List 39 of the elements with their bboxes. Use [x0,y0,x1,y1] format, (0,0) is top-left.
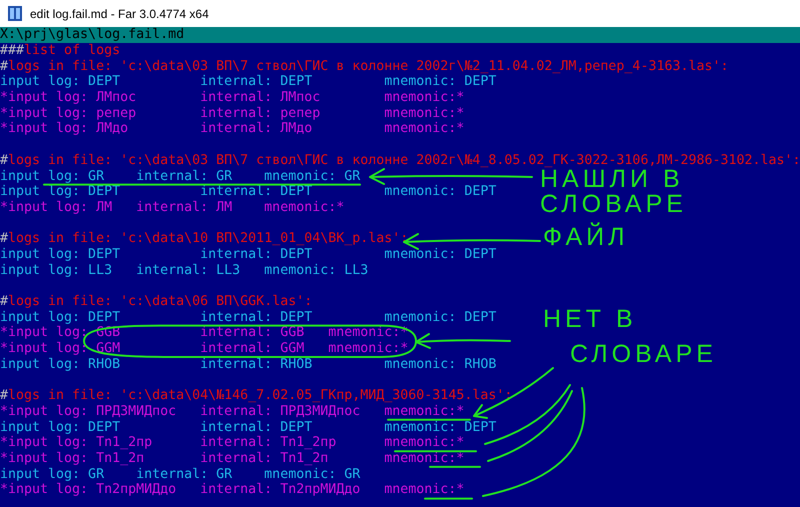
heading-marker: # [0,154,8,167]
heading-text: logs in file: 'c:\data\03 ВП\7 ствол\ГИС в колонне 2002г\№2_11.04.02_ЛМ,репер_4-3163.las': [8,60,729,73]
underline-stroke [424,497,473,500]
handwritten-note: СЛОВАРЕ [570,340,717,368]
log-line: *input log: Tn1_2пр internal: Tn1_2пр mnemonic:* [0,436,464,450]
log-line: input log: GR internal: GR mnemonic: GR [0,170,360,183]
window-title: edit log.fail.md - Far 3.0.4774 x64 [30,6,209,20]
log-line: *input log: ЛМдо internal: ЛМдо mnemonic:* [0,122,464,136]
heading-marker: # [0,389,8,402]
heading-marker: # [0,295,8,308]
log-line: input log: RHOB internal: RHOB mnemonic: RHOB [0,358,496,371]
heading-marker: # [0,232,8,246]
handwritten-note: НЕТ В [543,304,637,333]
log-line: *input log: ПРДЗМИДпос internal: ПРДЗМИДпос mnemonic:* [0,404,464,418]
log-line: input log: DEPT internal: DEPT mnemonic: DEPT [0,185,496,198]
log-line: input log: DEPT internal: DEPT mnemonic: DEPT [0,75,496,88]
heading-text: logs in file: 'c:\data\03 ВП\7 ствол\ГИС в колонне 2002г\№4_8.05.02_ГК-3022-3106,ЛМ-2986-3102.las': [8,154,800,167]
heading-marker: ### [0,44,24,58]
heading-text: logs in file: 'c:\data\04\№146_7.02.05_ГКпр,МИД_3060-3145.las': [8,389,512,402]
log-line: input log: LL3 internal: LL3 mnemonic: LL3 [0,264,368,277]
file-path: X:\prj\glas\log.fail.md [0,27,184,42]
underline-stroke [429,466,481,468]
log-line: *input log: Tn1_2п internal: Tn1_2п mnemonic:* [0,452,464,465]
log-line: *input log: Tn2прМИДдо internal: Tn2прМИДдо mnemonic:* [0,483,464,496]
log-line: input log: GR internal: GR mnemonic: GR [0,468,360,481]
log-line: *input log: репер internal: репер mnemonic:* [0,106,464,120]
handwritten-note: СЛОВАРЕ [540,190,687,218]
heading-text: list of logs [24,44,120,58]
log-line: *input log: ЛМ internal: ЛМ mnemonic:* [0,200,344,214]
handwritten-note: ФАЙЛ [543,222,629,251]
log-line: input log: DEPT internal: DEPT mnemonic: DEPT [0,310,496,324]
heading-marker: # [0,60,8,73]
log-line: input log: DEPT internal: DEPT mnemonic: DEPT [0,420,496,434]
heading-text: logs in file: 'c:\data\10 ВП\2011_01_04\ВК_p.las': [8,232,408,246]
log-line: *input log: ЛМпос internal: ЛМпос mnemonic:* [0,91,464,104]
log-line: input log: DEPT internal: DEPT mnemonic: DEPT [0,248,496,261]
log-line: *input log: GGM internal: GGM mnemonic:* [0,342,408,356]
app-icon [8,6,22,21]
heading-text: logs in file: 'c:\data\06 ВП\GGK.las': [8,295,312,308]
